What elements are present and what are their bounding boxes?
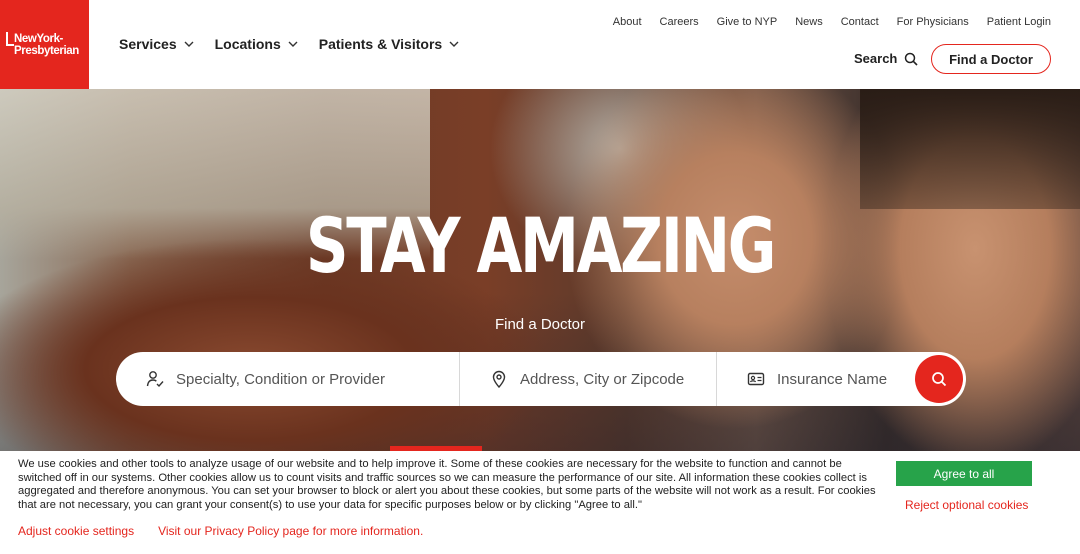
util-link-about[interactable]: About xyxy=(613,16,642,28)
logo-wordmark: NewYork- Presbyterian xyxy=(14,33,79,57)
chevron-down-icon xyxy=(184,41,194,47)
privacy-policy-link[interactable]: Visit our Privacy Policy page for more i… xyxy=(158,524,423,538)
nav-locations-label: Locations xyxy=(214,36,281,52)
find-a-doctor-button[interactable]: Find a Doctor xyxy=(931,44,1051,74)
location-input[interactable]: Address, City or Zipcode xyxy=(520,371,684,388)
nav-services[interactable]: Services xyxy=(119,36,195,52)
search-icon xyxy=(905,52,918,66)
hero-background-hair xyxy=(860,89,1080,209)
logo-line-1: NewYork- xyxy=(14,33,63,45)
logo-mark-icon xyxy=(3,32,14,54)
nav-patients-visitors[interactable]: Patients & Visitors xyxy=(319,36,460,52)
chevron-down-icon xyxy=(288,41,298,47)
insurance-card-icon xyxy=(747,372,765,386)
main-nav: Services Locations Patients & Visitors xyxy=(119,36,460,52)
header-search-button[interactable]: Search xyxy=(854,51,918,66)
site-header: NewYork- Presbyterian Services Locations… xyxy=(0,0,1080,89)
adjust-cookie-settings-link[interactable]: Adjust cookie settings xyxy=(18,524,134,538)
specialty-field[interactable]: Specialty, Condition or Provider xyxy=(116,352,459,406)
agree-to-all-button[interactable]: Agree to all xyxy=(896,461,1032,486)
location-field[interactable]: Address, City or Zipcode xyxy=(459,352,716,406)
person-check-icon xyxy=(146,371,164,388)
nav-services-label: Services xyxy=(119,36,177,52)
logo-line-2: Presbyterian xyxy=(14,45,79,57)
util-link-careers[interactable]: Careers xyxy=(660,16,699,28)
header-search-label: Search xyxy=(854,51,898,66)
search-submit-button[interactable] xyxy=(915,355,963,403)
search-icon xyxy=(932,372,947,387)
specialty-input[interactable]: Specialty, Condition or Provider xyxy=(176,371,385,388)
nyp-logo[interactable]: NewYork- Presbyterian xyxy=(0,0,89,89)
util-link-physicians[interactable]: For Physicians xyxy=(897,16,969,28)
reject-optional-cookies-link[interactable]: Reject optional cookies xyxy=(905,498,1028,512)
hero-headline: STAY AMAZING xyxy=(305,201,777,290)
find-doctor-search-form: Specialty, Condition or Provider Address… xyxy=(116,352,966,406)
cookie-links: Adjust cookie settings Visit our Privacy… xyxy=(18,524,423,538)
insurance-field[interactable]: Insurance Name xyxy=(716,352,914,406)
cookie-banner: We use cookies and other tools to analyz… xyxy=(0,451,1080,554)
chevron-down-icon xyxy=(449,41,459,47)
util-link-give[interactable]: Give to NYP xyxy=(717,16,778,28)
cookie-message: We use cookies and other tools to analyz… xyxy=(18,458,876,511)
insurance-input[interactable]: Insurance Name xyxy=(777,371,887,388)
hero-banner: STAY AMAZING Find a Doctor Specialty, Co… xyxy=(0,89,1080,459)
hero-subheading: Find a Doctor xyxy=(494,316,586,333)
util-link-news[interactable]: News xyxy=(795,16,823,28)
util-link-patient-login[interactable]: Patient Login xyxy=(987,16,1051,28)
nav-locations[interactable]: Locations xyxy=(215,36,299,52)
util-link-contact[interactable]: Contact xyxy=(841,16,879,28)
nav-patients-visitors-label: Patients & Visitors xyxy=(318,36,443,52)
utility-nav: About Careers Give to NYP News Contact F… xyxy=(613,16,1051,28)
map-pin-icon xyxy=(492,370,506,388)
